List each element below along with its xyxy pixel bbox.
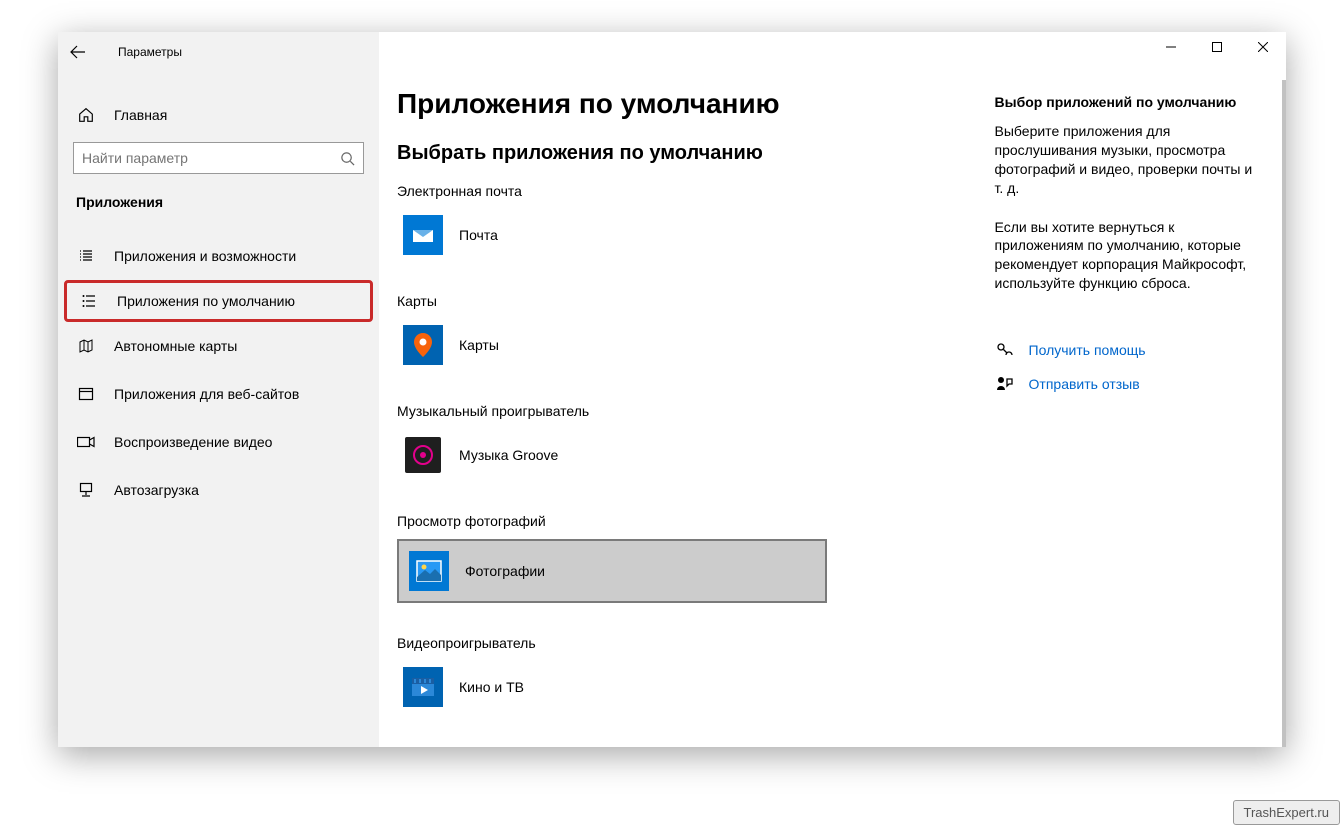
home-link[interactable]: Главная <box>58 96 379 134</box>
list-icon <box>76 248 96 264</box>
website-icon <box>76 386 96 402</box>
content: Приложения по умолчанию Выбрать приложен… <box>397 88 955 745</box>
section-title: Приложения <box>58 174 379 220</box>
startup-icon <box>76 482 96 498</box>
get-help-link[interactable]: Получить помощь <box>995 341 1256 359</box>
defaults-icon <box>79 293 99 309</box>
home-icon <box>76 106 96 124</box>
nav-offline-maps[interactable]: Автономные карты <box>58 322 379 370</box>
right-pane: Выбор приложений по умолчанию Выберите п… <box>995 88 1256 745</box>
default-app-video[interactable]: Кино и ТВ <box>397 661 827 713</box>
nav-label: Автономные карты <box>114 338 237 354</box>
app-name: Музыка Groove <box>459 447 558 463</box>
search-input[interactable] <box>82 150 340 166</box>
movies-icon <box>403 667 443 707</box>
page-subtitle: Выбрать приложения по умолчанию <box>397 142 955 165</box>
app-name: Кино и ТВ <box>459 679 524 695</box>
nav-label: Приложения для веб-сайтов <box>114 386 299 402</box>
photos-icon <box>409 551 449 591</box>
category-photos: Просмотр фотографий Фотографии <box>397 513 955 603</box>
right-heading: Выбор приложений по умолчанию <box>995 94 1256 110</box>
default-app-maps[interactable]: Карты <box>397 319 827 371</box>
search-box[interactable] <box>73 142 364 174</box>
category-label: Просмотр фотографий <box>397 513 955 529</box>
main: Приложения по умолчанию Выбрать приложен… <box>379 32 1286 747</box>
nav-items: Приложения и возможности Приложения по у… <box>58 232 379 514</box>
map-icon <box>76 338 96 354</box>
category-maps: Карты Карты <box>397 293 955 371</box>
default-app-photos[interactable]: Фотографии <box>397 539 827 603</box>
default-app-music[interactable]: Музыка Groove <box>397 429 827 481</box>
nav-apps-features[interactable]: Приложения и возможности <box>58 232 379 280</box>
category-music: Музыкальный проигрыватель Музыка Groove <box>397 403 955 481</box>
feedback-link[interactable]: Отправить отзыв <box>995 375 1256 393</box>
nav-label: Приложения по умолчанию <box>117 293 295 309</box>
default-app-email[interactable]: Почта <box>397 209 827 261</box>
watermark: TrashExpert.ru <box>1233 800 1341 825</box>
settings-window: Параметры Главная Приложен <box>58 32 1286 747</box>
nav-startup[interactable]: Автозагрузка <box>58 466 379 514</box>
nav-default-apps[interactable]: Приложения по умолчанию <box>64 280 373 322</box>
app-name: Почта <box>459 227 498 243</box>
sidebar: Главная Приложения Приложения и возможно… <box>58 32 379 747</box>
search-icon <box>340 151 355 166</box>
category-label: Карты <box>397 293 955 309</box>
nav-websites[interactable]: Приложения для веб-сайтов <box>58 370 379 418</box>
category-email: Электронная почта Почта <box>397 183 955 261</box>
nav-video-playback[interactable]: Воспроизведение видео <box>58 418 379 466</box>
right-paragraph-1: Выберите приложения для прослушивания му… <box>995 122 1256 198</box>
nav-label: Воспроизведение видео <box>114 434 272 450</box>
home-label: Главная <box>114 107 167 123</box>
nav-label: Приложения и возможности <box>114 248 296 264</box>
page-title: Приложения по умолчанию <box>397 88 955 120</box>
scrollbar[interactable] <box>1282 80 1286 747</box>
window-title: Параметры <box>118 45 182 59</box>
back-button[interactable] <box>58 32 98 72</box>
help-icon <box>995 341 1015 359</box>
feedback-label: Отправить отзыв <box>1029 376 1140 392</box>
feedback-icon <box>995 375 1015 393</box>
mail-icon <box>403 215 443 255</box>
app-name: Фотографии <box>465 563 545 579</box>
right-paragraph-2: Если вы хотите вернуться к приложениям п… <box>995 218 1256 294</box>
video-icon <box>76 435 96 449</box>
groove-icon <box>403 435 443 475</box>
help-label: Получить помощь <box>1029 342 1146 358</box>
category-video: Видеопроигрыватель Кино и ТВ <box>397 635 955 713</box>
app-name: Карты <box>459 337 499 353</box>
help-links: Получить помощь Отправить отзыв <box>995 341 1256 393</box>
category-label: Видеопроигрыватель <box>397 635 955 651</box>
category-label: Музыкальный проигрыватель <box>397 403 955 419</box>
nav-label: Автозагрузка <box>114 482 199 498</box>
back-arrow-icon <box>70 44 86 60</box>
maps-icon <box>403 325 443 365</box>
category-label: Электронная почта <box>397 183 955 199</box>
